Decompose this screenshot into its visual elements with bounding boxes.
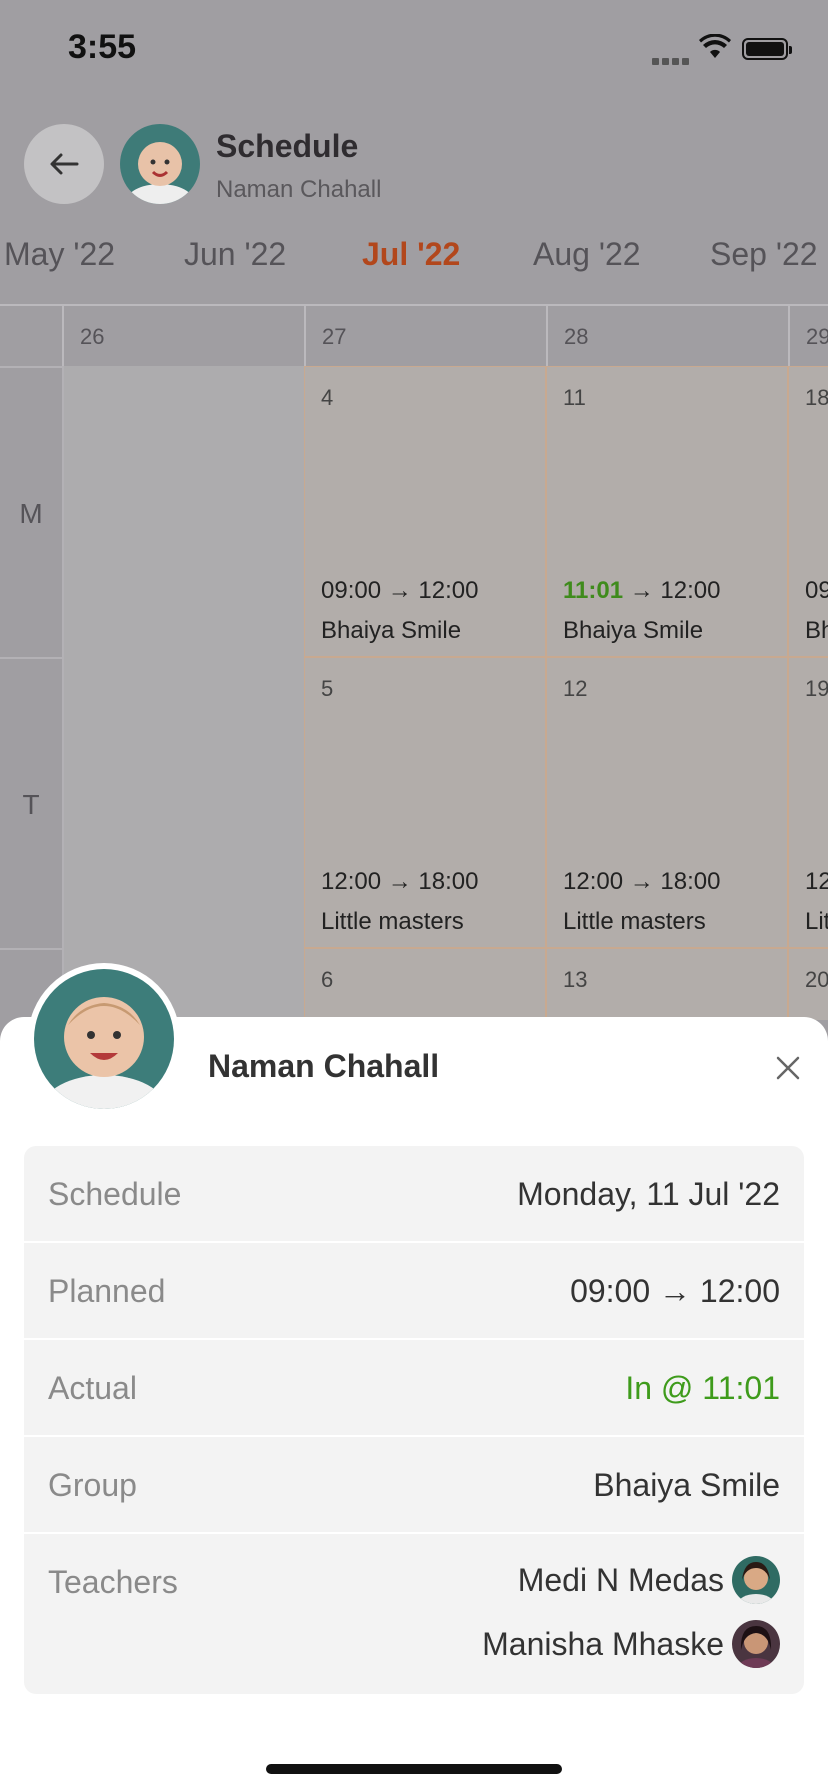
week-header-corner xyxy=(0,304,62,366)
arrow-left-icon xyxy=(50,153,79,175)
signal-icon xyxy=(652,52,692,70)
avatar xyxy=(28,963,180,1115)
battery-icon xyxy=(742,38,792,60)
student-name: Naman Chahall xyxy=(208,1048,440,1084)
tab-month-may[interactable]: May '22 xyxy=(4,236,115,273)
teacher-name: Manisha Mhaske xyxy=(482,1625,724,1662)
detail-row-group: Group Bhaiya Smile xyxy=(24,1437,804,1534)
teacher-item[interactable]: Manisha Mhaske xyxy=(482,1620,780,1668)
teacher-name: Medi N Medas xyxy=(517,1561,724,1598)
calendar-cell[interactable]: 6 xyxy=(304,948,546,1020)
detail-value: Bhaiya Smile xyxy=(593,1467,780,1503)
wifi-icon xyxy=(698,33,732,65)
detail-value: In @ 11:01 xyxy=(625,1370,780,1406)
week-header: 26 xyxy=(62,304,304,366)
detail-label: Planned xyxy=(48,1273,166,1309)
cell-group: Bh xyxy=(805,617,828,644)
empty-week-column xyxy=(62,366,304,1020)
detail-label: Actual xyxy=(48,1370,137,1406)
calendar-cell[interactable]: 11 11:01 → 12:00 Bhaiya Smile xyxy=(546,366,788,657)
week-header: 29 xyxy=(788,304,828,366)
cell-time: 12 xyxy=(805,868,828,895)
detail-row-actual: Actual In @ 11:01 xyxy=(24,1340,804,1437)
teacher-item[interactable]: Medi N Medas xyxy=(518,1556,780,1604)
cell-group: Bhaiya Smile xyxy=(321,617,462,644)
detail-label: Schedule xyxy=(48,1176,182,1212)
month-selector: May '22 Jun '22 Jul '22 Aug '22 Sep '22 xyxy=(0,236,828,280)
cell-time: 11:01 → 12:00 xyxy=(563,577,721,604)
week-header: 27 xyxy=(304,304,546,366)
day-label-monday: M xyxy=(0,366,62,657)
close-icon xyxy=(776,1056,800,1080)
cell-date: 11 xyxy=(563,385,586,410)
cell-group: Bhaiya Smile xyxy=(563,617,704,644)
calendar-cell[interactable]: 13 xyxy=(546,948,788,1020)
row-divider xyxy=(0,948,62,950)
calendar-cell[interactable]: 18 09 Bh xyxy=(788,366,828,657)
page-title: Schedule xyxy=(216,128,359,164)
detail-label: Teachers xyxy=(48,1564,178,1600)
cell-date: 20 xyxy=(805,967,828,992)
day-label-tuesday: T xyxy=(0,657,62,948)
cell-date: 19 xyxy=(805,676,828,701)
tab-month-sep[interactable]: Sep '22 xyxy=(710,236,818,273)
avatar xyxy=(732,1620,780,1668)
detail-row-teachers: Teachers Medi N Medas Manisha Mhaske xyxy=(24,1534,804,1694)
status-bar: 3:55 xyxy=(0,0,828,100)
detail-label: Group xyxy=(48,1467,137,1503)
avatar xyxy=(732,1556,780,1604)
home-indicator xyxy=(266,1764,562,1774)
cell-date: 6 xyxy=(321,967,334,992)
status-time: 3:55 xyxy=(68,28,137,66)
cell-time: 09 xyxy=(805,577,828,604)
detail-value: 09:00 → 12:00 xyxy=(570,1273,780,1309)
cell-group: Little masters xyxy=(563,908,706,935)
calendar-grid: 26 27 28 29 M T 4 09:00 → 12:00 Bhaiya S… xyxy=(0,304,828,1020)
cell-date: 13 xyxy=(563,967,588,992)
cell-time: 09:00 → 12:00 xyxy=(321,577,479,604)
cell-time: 12:00 → 18:00 xyxy=(321,868,479,895)
week-header: 28 xyxy=(546,304,788,366)
cell-date: 18 xyxy=(805,385,828,410)
tab-month-aug[interactable]: Aug '22 xyxy=(533,236,641,273)
cell-group: Little masters xyxy=(321,908,464,935)
calendar-cell[interactable]: 5 12:00 → 18:00 Little masters xyxy=(304,657,546,948)
detail-row-planned: Planned 09:00 → 12:00 xyxy=(24,1243,804,1340)
calendar-cell[interactable]: 19 12 Lit xyxy=(788,657,828,948)
cell-group: Lit xyxy=(805,908,828,935)
calendar-cell[interactable]: 4 09:00 → 12:00 Bhaiya Smile xyxy=(304,366,546,657)
detail-row-schedule: Schedule Monday, 11 Jul '22 xyxy=(24,1146,804,1243)
calendar-cell[interactable]: 12 12:00 → 18:00 Little masters xyxy=(546,657,788,948)
calendar-cell[interactable]: 20 xyxy=(788,948,828,1020)
avatar[interactable] xyxy=(120,124,200,204)
cell-date: 12 xyxy=(563,676,588,701)
tab-month-jul[interactable]: Jul '22 xyxy=(362,236,460,273)
back-button[interactable] xyxy=(24,124,104,204)
page-subtitle: Naman Chahall xyxy=(216,176,382,203)
detail-value: Monday, 11 Jul '22 xyxy=(517,1176,780,1212)
close-button[interactable] xyxy=(770,1050,806,1086)
cell-date: 5 xyxy=(321,676,334,701)
cell-time: 12:00 → 18:00 xyxy=(563,868,721,895)
tab-month-jun[interactable]: Jun '22 xyxy=(184,236,286,273)
header: Schedule Naman Chahall xyxy=(0,120,828,220)
cell-date: 4 xyxy=(321,385,334,410)
detail-list: Schedule Monday, 11 Jul '22 Planned 09:0… xyxy=(24,1146,804,1694)
